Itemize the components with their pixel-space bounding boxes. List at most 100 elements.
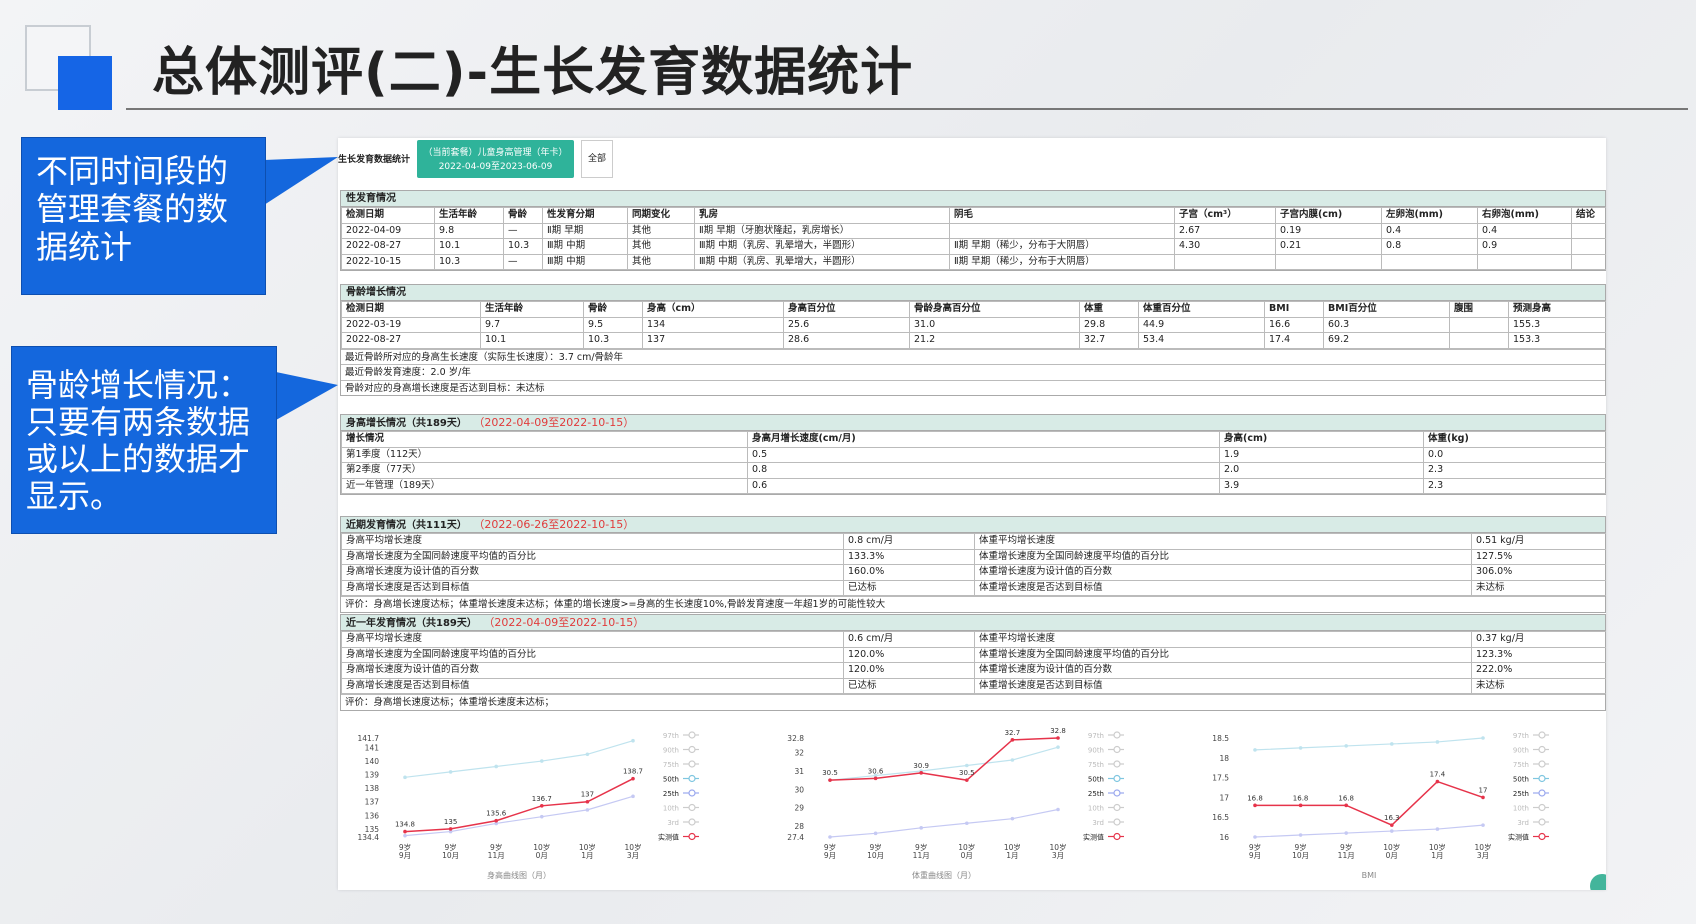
table-cell: — <box>503 253 543 270</box>
height-growth-section: 身高增长情况（共189天） （2022-04-09至2022-10-15） 增长情… <box>340 414 1606 495</box>
legend-marker <box>1538 803 1546 812</box>
table-row: 第1季度（112天） 0.5 1.9 0.0 <box>341 446 1606 463</box>
percentile-upper-line-point <box>585 752 590 757</box>
column-header: 检测日期 <box>341 207 435 224</box>
chart-title: BMI <box>1362 871 1377 880</box>
bmi-chart-svg: 18.51817.51716.5169岁9月9岁10月9岁11月10岁0月10岁… <box>1212 731 1549 880</box>
column-header: 体重百分位 <box>1138 301 1265 318</box>
package-range: 2022-04-09至2023-06-09 <box>438 162 553 172</box>
table-cell: 0.8 <box>1381 238 1478 255</box>
table-cell <box>949 222 1175 239</box>
legend-label: 97th <box>1513 732 1529 740</box>
table-cell: 其他 <box>627 222 695 239</box>
table-cell: 0.9 <box>1477 238 1572 255</box>
puberty-table: 检测日期 生活年龄 骨龄 性发育分期 同期变化 乳房 阴毛 子宫（cm³） 子宫内膜(cm) 左卵… <box>341 207 1606 270</box>
legend-label: 97th <box>1088 732 1104 740</box>
percentile-lower-line-point <box>1010 816 1015 821</box>
y-tick-label: 16.5 <box>1212 813 1229 822</box>
table-cell: Ⅱ期 早期（牙胞状隆起，乳房增长） <box>694 222 950 239</box>
table-cell: 体重增长速度是否达到目标值 <box>974 677 1472 694</box>
percentile-lower-line-point <box>828 835 832 839</box>
table-row: 2022-04-09 9.8— Ⅱ期 早期 其他 Ⅱ期 早期（牙胞状隆起，乳房增长） 2.… <box>341 222 1606 239</box>
package-title: （当前套餐）儿童身高管理（年卡） <box>423 148 568 158</box>
table-cell: 其他 <box>627 253 695 270</box>
percentile-upper-line <box>829 746 1059 781</box>
table-row: 2022-10-15 10.3— Ⅲ期 中期 其他 Ⅲ期 中期（乳房、乳晕增大，半圆形）… <box>341 253 1606 270</box>
data-label: 135 <box>444 818 457 826</box>
recent-table: 身高平均增长速度 0.8 cm/月 体重平均增长速度 0.51 kg/月 身高增长速度为… <box>341 533 1606 596</box>
x-tick-label: 0月 <box>961 851 973 860</box>
percentile-lower-line-point <box>919 826 923 830</box>
data-label: 134.8 <box>395 821 415 829</box>
table-cell <box>1571 253 1606 270</box>
table-cell <box>1449 316 1509 333</box>
table-cell: 120.0% <box>843 662 975 679</box>
percentile-upper-line-point <box>1010 758 1015 762</box>
measured-line-point <box>965 778 969 782</box>
x-tick-label: 11月 <box>913 851 930 860</box>
data-label: 30.6 <box>868 767 884 775</box>
x-tick-label: 10月 <box>442 851 459 860</box>
table-cell: 17.4 <box>1264 332 1324 349</box>
table-cell: Ⅱ期 早期（稀少，分布于大阴唇） <box>949 238 1175 255</box>
table-cell: 9.8 <box>434 222 504 239</box>
section-range: （2022-06-26至2022-10-15） <box>478 518 635 531</box>
table-cell: 0.21 <box>1275 238 1382 255</box>
table-cell: 10.1 <box>480 332 584 349</box>
puberty-section: 性发育情况 检测日期 生活年龄 骨龄 性发育分期 同期变化 乳房 阴毛 子宫（cm³） 子宫内膜… <box>340 190 1606 271</box>
table-cell: Ⅲ期 中期 <box>542 253 628 270</box>
table-cell: 306.0% <box>1471 564 1606 581</box>
table-cell: — <box>503 222 543 239</box>
percentile-lower-line-point <box>585 808 590 812</box>
column-header: BMI <box>1264 301 1324 318</box>
embedded-screenshot: 生长发育数据统计 （当前套餐）儿童身高管理（年卡） 2022-04-09至202… <box>338 138 1606 890</box>
table-cell: 体重增长速度为全国同龄速度平均值的百分比 <box>974 548 1472 565</box>
x-tick-label: 9月 <box>824 851 836 860</box>
all-button[interactable]: 全部 <box>581 140 613 178</box>
percentile-upper-line-point <box>965 763 969 768</box>
chart-title: 身高曲线图（月） <box>487 870 551 880</box>
measured-line-point <box>1056 736 1060 740</box>
data-label: 16.8 <box>1338 794 1354 802</box>
percentile-upper-line-point <box>1481 736 1485 740</box>
legend-label: 10th <box>1513 805 1529 813</box>
y-tick-label: 16 <box>1219 833 1229 842</box>
recent-section: 近期发育情况（共111天） （2022-06-26至2022-10-15） 身高平… <box>340 516 1606 613</box>
percentile-lower-line-point <box>540 814 544 819</box>
package-tab[interactable]: （当前套餐）儿童身高管理（年卡） 2022-04-09至2023-06-09 <box>417 140 574 178</box>
legend-label: 3rd <box>1092 819 1104 827</box>
table-row: 身高平均增长速度 0.8 cm/月 体重平均增长速度 0.51 kg/月 <box>341 533 1606 550</box>
x-tick-label: 1月 <box>1431 851 1443 860</box>
percentile-upper-line <box>404 740 634 778</box>
legend-marker <box>688 803 696 812</box>
percentile-lower-line-point <box>1390 829 1394 833</box>
column-header: 生活年龄 <box>434 207 504 224</box>
table-cell: 2022-08-27 <box>341 332 481 349</box>
section-title-text: 身高增长情况（共189天） <box>346 418 467 429</box>
x-tick-label: 0月 <box>536 851 548 860</box>
y-tick-label: 29 <box>794 804 804 813</box>
table-cell: 0.19 <box>1275 222 1382 239</box>
legend-label: 97th <box>663 732 679 740</box>
percentile-upper-line-point <box>1344 744 1348 748</box>
column-header: 子宫（cm³） <box>1174 207 1276 224</box>
weight-chart: 32.8 32 31 30 29 28 27.4 9岁 9月 9岁 10月 9岁 11月 10岁 0月 10岁… <box>768 726 1168 890</box>
section-range: （2022-04-09至2022-10-15） <box>478 416 635 429</box>
legend-marker <box>1538 760 1546 768</box>
table-cell: 0.51 kg/月 <box>1471 533 1606 550</box>
height-chart-svg: 141.7141140139138137136135134.49岁9月9岁10月… <box>358 731 699 880</box>
legend-label: 25th <box>1513 790 1529 798</box>
table-cell: 0.37 kg/月 <box>1471 631 1606 648</box>
x-tick-label: 3月 <box>627 851 639 860</box>
table-cell <box>1571 238 1606 255</box>
table-cell: 0.4 <box>1477 222 1572 239</box>
x-tick-label: 10月 <box>1292 851 1309 860</box>
table-cell: 9.7 <box>480 316 584 333</box>
column-header: 体重 <box>1079 301 1139 318</box>
table-cell: 已达标 <box>843 579 975 596</box>
table-cell: 2022-08-27 <box>341 238 435 255</box>
percentile-upper-line-point <box>631 738 635 743</box>
table-cell: 身高平均增长速度 <box>341 533 844 550</box>
y-tick-label: 32.8 <box>787 734 804 743</box>
percentile-lower-line-point <box>1056 807 1060 812</box>
